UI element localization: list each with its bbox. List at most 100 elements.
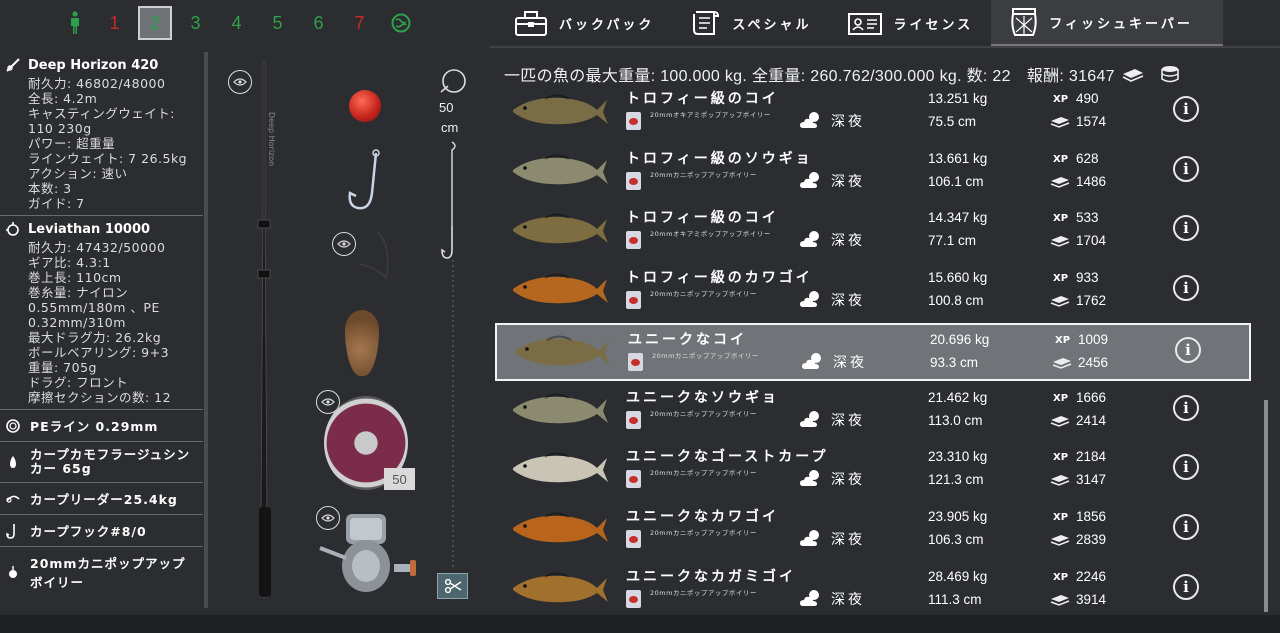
info-icon[interactable]: i [1175, 336, 1201, 363]
rod-info[interactable]: Deep Horizon 420 耐久力: 46802/48000 全長: 4.… [0, 52, 203, 216]
rod-slot-4[interactable]: 4 [216, 5, 257, 41]
fish-name: トロフィー級のコイ [626, 91, 779, 107]
fish-row[interactable]: ユニークなカワゴイ 20mmカニポップアップボイリー 深夜 23.905 kg … [495, 502, 1251, 560]
info-icon[interactable]: i [1173, 454, 1199, 481]
reel-info[interactable]: Leviathan 10000 耐久力: 47432/50000 ギア比: 4.… [0, 216, 203, 410]
tab-fish-keeper[interactable]: フィッシュキーパー [991, 0, 1223, 46]
fish-keeper-list: トロフィー級のコイ 20mmオキアミポップアップボイリー 深夜 13.251 k… [495, 84, 1255, 616]
leader-item[interactable]: カープリーダー25.4kg [0, 483, 203, 515]
reel-image[interactable] [316, 508, 420, 604]
hook-image[interactable] [342, 148, 392, 218]
info-icon[interactable]: i [1173, 96, 1199, 122]
fish-weight: 23.310 kg [928, 449, 988, 465]
fish-name: トロフィー級のソウギョ [626, 150, 813, 167]
line-item[interactable]: PEライン 0.29mm [0, 410, 203, 442]
rod-slot-1[interactable]: 1 [94, 5, 135, 41]
tab-special[interactable]: スペシャル [672, 0, 829, 46]
money-icon [1050, 534, 1070, 546]
sinker-item[interactable]: カープカモフラージュシンカー 65g [0, 442, 203, 483]
xp-label: XP [1053, 94, 1069, 105]
fish-length: 93.3 cm [930, 354, 979, 370]
bait-item[interactable]: 20mmカニポップアップボイリー [0, 547, 203, 597]
rod-slot-2[interactable]: 2 [138, 6, 172, 40]
info-icon[interactable]: i [1173, 155, 1199, 182]
reel-icon [4, 220, 22, 238]
toolbox-icon [515, 11, 547, 36]
cloudy-weather-icon [802, 352, 821, 369]
fish-weight: 21.462 kg [928, 389, 988, 405]
keeper-summary: 一匹の魚の最大重量: 100.000 kg. 全重量: 260.762/300.… [504, 62, 1181, 86]
fish-xp: 933 [1076, 270, 1099, 286]
rod-slot-5[interactable]: 5 [257, 5, 298, 41]
fish-value: 3147 [1076, 472, 1107, 488]
cut-line-button[interactable] [437, 573, 468, 599]
fish-length: 106.1 cm [928, 173, 984, 189]
fish-name: ユニークなコイ [628, 331, 747, 348]
fish-value: 2839 [1076, 531, 1107, 547]
fish-value: 1574 [1076, 114, 1107, 129]
bait-name: 20mmカニポップアップボイリー [650, 469, 757, 478]
info-icon[interactable]: i [1173, 394, 1199, 421]
bait-name: 20mmカニポップアップボイリー [650, 528, 757, 537]
rod-stat: 耐久力: 46802/48000 [28, 76, 166, 91]
rod-slot-6[interactable]: 6 [298, 5, 339, 41]
tab-label: スペシャル [732, 17, 812, 33]
fish-xp: 1856 [1076, 508, 1107, 524]
leader-image[interactable] [340, 228, 400, 288]
rod-name: Deep Horizon 420 [28, 57, 159, 73]
bait-thumbnail-icon [626, 171, 641, 190]
hook-label: カープフック#8/0 [30, 524, 147, 539]
world-icon[interactable] [380, 5, 421, 41]
fish-value: 1762 [1076, 293, 1107, 309]
money-icon [1050, 176, 1070, 188]
bait-name: 20mmカニポップアップボイリー [650, 290, 757, 299]
fish-name: ユニークなカガミゴイ [626, 568, 796, 585]
fish-list-scrollbar[interactable] [1264, 400, 1268, 612]
reel-stat: ボールベアリング: 9+3 [28, 345, 170, 360]
fish-length: 100.8 cm [928, 293, 984, 309]
fish-image [513, 393, 608, 423]
fish-row[interactable]: トロフィー級のカワゴイ 20mmカニポップアップボイリー 深夜 15.660 k… [495, 263, 1251, 321]
bait-label: 20mmカニポップアップボイリー [30, 556, 186, 590]
reel-stat: ドラグ: フロント [28, 375, 129, 390]
fish-image [513, 273, 608, 304]
fish-row[interactable]: トロフィー級のコイ 20mmオキアミポップアップボイリー 深夜 13.251 k… [495, 84, 1251, 142]
hook-item[interactable]: カープフック#8/0 [0, 515, 203, 547]
bait-thumbnail-icon [626, 231, 641, 250]
catch-time: 深夜 [831, 114, 865, 130]
money-icon [1050, 296, 1070, 307]
info-icon[interactable]: i [1173, 215, 1199, 242]
fish-name: トロフィー級のカワゴイ [626, 270, 813, 287]
boilie-bait-image[interactable] [349, 90, 381, 122]
tab-license[interactable]: ライセンス [829, 0, 991, 46]
fish-row[interactable]: ユニークなソウギョ 20mmカニポップアップボイリー 深夜 21.462 kg … [495, 383, 1251, 441]
fish-value: 1704 [1076, 233, 1107, 249]
fish-image [513, 572, 608, 602]
bait-name: 20mmカニポップアップボイリー [650, 170, 757, 179]
hook-icon [4, 522, 22, 540]
fish-row[interactable]: トロフィー級のソウギョ 20mmカニポップアップボイリー 深夜 13.661 k… [495, 144, 1251, 202]
visibility-icon[interactable] [228, 70, 252, 94]
rod-stat: ガイド: 7 [28, 196, 85, 211]
reel-stat: 巻上長: 110cm [28, 270, 122, 285]
float-depth-icon[interactable] [438, 68, 466, 96]
fish-row[interactable]: ユニークなカガミゴイ 20mmカニポップアップボイリー 深夜 28.469 kg… [495, 562, 1251, 616]
info-icon[interactable]: i [1173, 275, 1199, 302]
info-icon[interactable]: i [1173, 513, 1199, 540]
rod-slot-3[interactable]: 3 [175, 5, 216, 41]
left-panel-scrollbar[interactable] [204, 52, 208, 608]
rod-slot-7[interactable]: 7 [339, 5, 380, 41]
info-icon[interactable]: i [1173, 573, 1199, 600]
fish-row[interactable]: ユニークなゴーストカープ 20mmカニポップアップボイリー 深夜 23.310 … [495, 442, 1251, 500]
tab-backpack[interactable]: バックパック [495, 0, 672, 46]
fish-image [513, 213, 608, 244]
angler-icon [60, 5, 90, 41]
bait-name: 20mmカニポップアップボイリー [650, 588, 757, 597]
rod-slot-bar: 1 2 3 4 5 6 7 [0, 0, 470, 46]
sinker-label: カープカモフラージュシンカー 65g [30, 447, 191, 476]
fish-row[interactable]: トロフィー級のコイ 20mmオキアミポップアップボイリー 深夜 14.347 k… [495, 203, 1251, 261]
fish-weight: 28.469 kg [928, 568, 988, 584]
xp-label: XP [1053, 571, 1069, 583]
fish-row-selected[interactable]: ユニークなコイ 20mmカニポップアップボイリー 深夜 20.696 kg 93… [495, 322, 1251, 381]
money-icon [1052, 357, 1072, 369]
